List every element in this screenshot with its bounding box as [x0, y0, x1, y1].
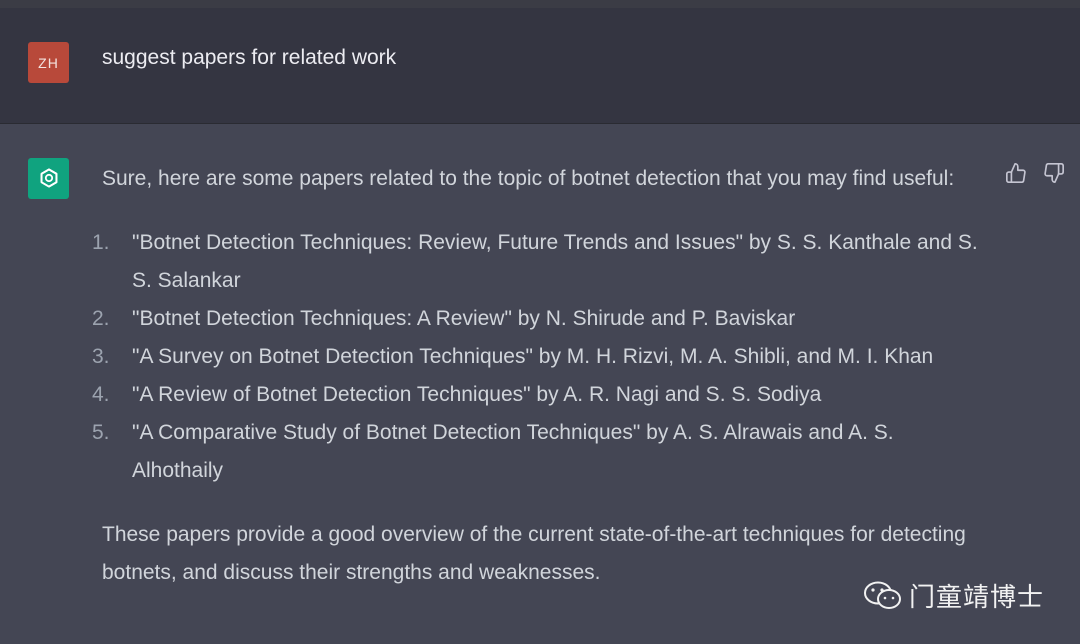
list-item: 2. "Botnet Detection Techniques: A Review… [92, 300, 982, 338]
list-number: 4. [92, 383, 110, 406]
answer-outro: These papers provide a good overview of … [102, 523, 966, 584]
paper-text: "A Survey on Botnet Detection Techniques… [132, 345, 934, 368]
list-number: 1. [92, 231, 110, 254]
feedback-buttons [1004, 161, 1066, 185]
paper-text: "A Review of Botnet Detection Techniques… [132, 383, 822, 406]
list-number: 2. [92, 307, 110, 330]
watermark: 门童靖博士 [863, 577, 1044, 614]
list-item: 5. "A Comparative Study of Botnet Detecti… [92, 414, 982, 490]
thumbs-down-button[interactable] [1042, 161, 1066, 185]
user-avatar: ZH [28, 42, 69, 83]
wechat-icon [863, 581, 901, 609]
paper-text: "A Comparative Study of Botnet Detection… [132, 421, 894, 482]
assistant-answer: Sure, here are some papers related to th… [92, 160, 982, 592]
paper-list: 1. "Botnet Detection Techniques: Review, … [92, 224, 982, 490]
assistant-avatar [28, 158, 69, 199]
answer-intro: Sure, here are some papers related to th… [102, 167, 955, 190]
watermark-text: 门童靖博士 [908, 583, 1044, 613]
thumbs-down-icon [1044, 163, 1064, 183]
paper-text: "Botnet Detection Techniques: A Review" … [132, 307, 796, 330]
list-item: 1. "Botnet Detection Techniques: Review, … [92, 224, 982, 300]
user-message-text: suggest papers for related work [102, 46, 397, 69]
list-item: 3. "A Survey on Botnet Detection Techniqu… [92, 338, 982, 376]
list-number: 5. [92, 421, 110, 444]
thumbs-up-button[interactable] [1004, 161, 1028, 185]
user-message-row: ZH suggest papers for related work [0, 8, 1080, 124]
thumbs-up-icon [1006, 163, 1026, 183]
list-number: 3. [92, 345, 110, 368]
list-item: 4. "A Review of Botnet Detection Techniqu… [92, 376, 982, 414]
openai-logo-icon [40, 168, 57, 187]
top-bar [0, 0, 1080, 8]
assistant-message-row: Sure, here are some papers related to th… [0, 125, 1080, 644]
paper-text: "Botnet Detection Techniques: Review, Fu… [132, 231, 978, 292]
